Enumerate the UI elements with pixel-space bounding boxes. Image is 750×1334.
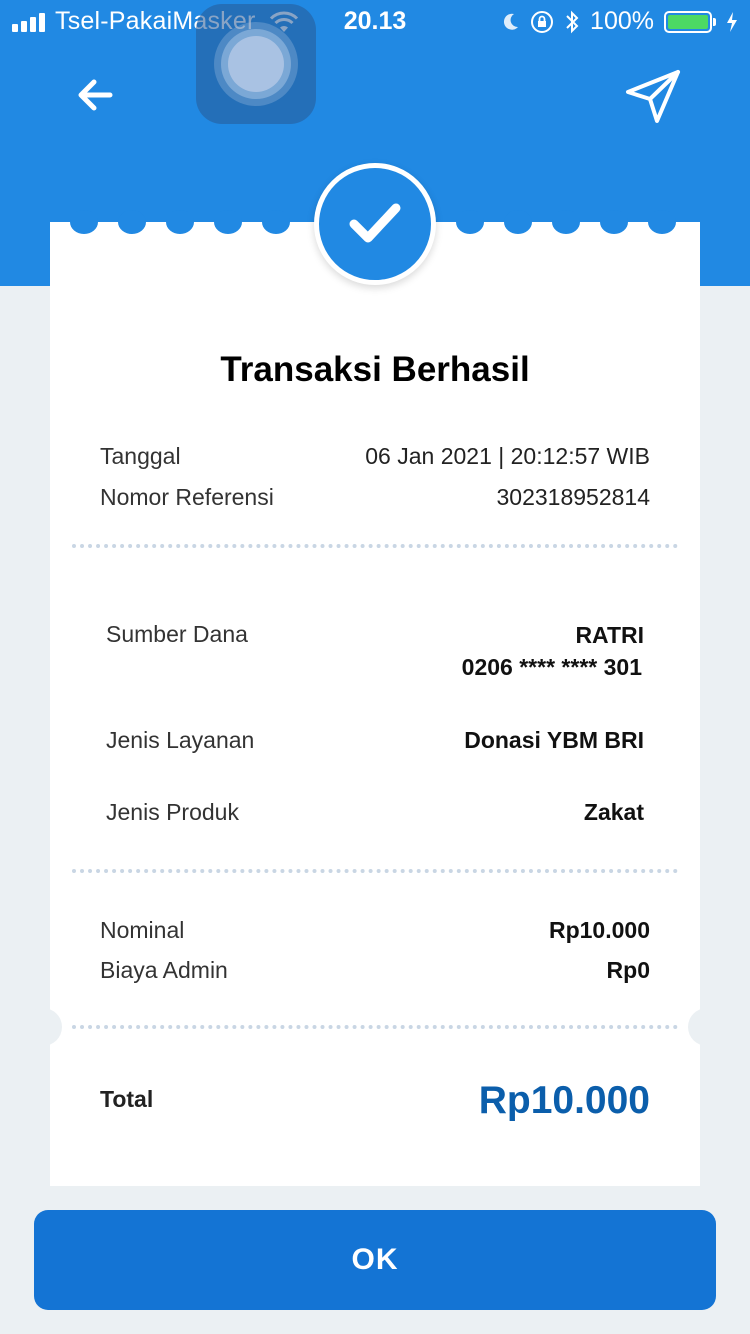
nominal-value: Rp10.000	[548, 917, 650, 943]
scallop	[600, 210, 628, 234]
admin-label: Biaya Admin	[100, 957, 228, 983]
assistive-touch-button[interactable]	[196, 4, 316, 124]
scallop	[456, 210, 484, 234]
arrow-left-icon	[78, 79, 113, 111]
produk-value: Zakat	[583, 799, 644, 825]
layanan-label: Jenis Layanan	[106, 727, 255, 753]
scallop	[118, 210, 146, 234]
charging-icon	[727, 11, 737, 32]
scallop	[262, 210, 290, 234]
moon-icon	[504, 13, 519, 30]
page-title: Transaksi Berhasil	[220, 350, 530, 389]
layanan-value: Donasi YBM BRI	[464, 727, 644, 753]
scallop	[214, 210, 242, 234]
status-bar: Tsel-PakaiMasker 20.13 100%	[0, 0, 750, 40]
sumber-label: Sumber Dana	[106, 621, 248, 647]
battery-percent: 100%	[590, 7, 654, 35]
rotation-lock-icon	[531, 10, 554, 33]
total-label: Total	[100, 1086, 154, 1112]
back-button[interactable]	[70, 72, 120, 118]
send-icon	[626, 70, 680, 123]
scallop	[70, 210, 98, 234]
total-value: Rp10.000	[478, 1079, 650, 1122]
scallop	[166, 210, 194, 234]
receipt-notch-right	[688, 1008, 726, 1046]
check-icon	[349, 203, 401, 243]
battery-icon	[664, 10, 716, 33]
produk-label: Jenis Produk	[106, 799, 239, 825]
tanggal-label: Tanggal	[100, 443, 181, 469]
ref-value: 302318952814	[496, 484, 651, 510]
admin-value: Rp0	[606, 957, 650, 983]
divider	[72, 1025, 678, 1029]
divider	[72, 544, 678, 548]
status-right: 100%	[502, 7, 738, 36]
tanggal-value: 06 Jan 2021 | 20:12:57 WIB	[365, 443, 650, 469]
sumber-name: RATRI	[575, 622, 644, 648]
bluetooth-icon	[566, 10, 579, 33]
success-badge	[314, 163, 436, 285]
scallop	[648, 210, 676, 234]
share-button[interactable]	[622, 66, 684, 126]
divider	[72, 869, 678, 873]
scallop	[552, 210, 580, 234]
receipt-notch-left	[24, 1008, 62, 1046]
receipt-card: Transaksi Berhasil Tanggal 06 Jan 2021 |…	[24, 210, 726, 1186]
ok-button[interactable]: OK	[34, 1210, 716, 1310]
ref-label: Nomor Referensi	[100, 484, 274, 510]
sumber-account: 0206 **** **** 301	[461, 654, 642, 680]
nominal-label: Nominal	[100, 917, 185, 943]
scallop	[504, 210, 532, 234]
